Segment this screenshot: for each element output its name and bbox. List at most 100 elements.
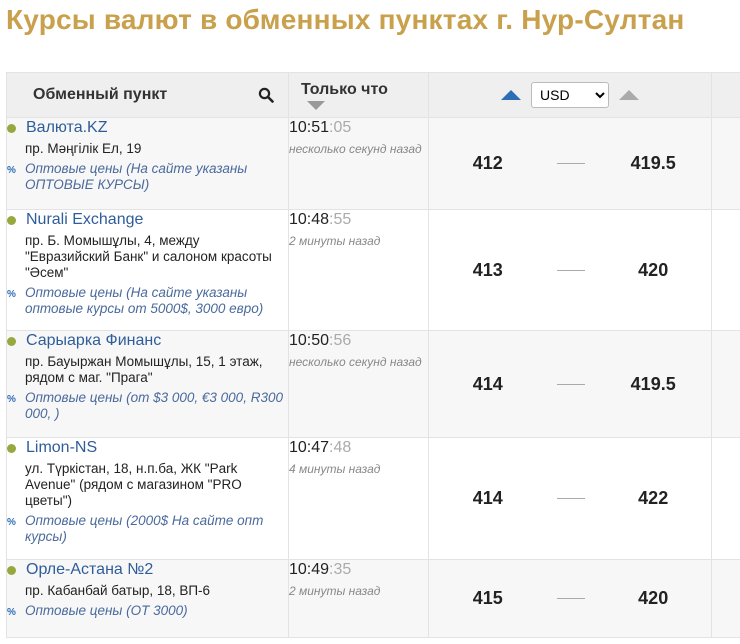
exchange-point-link[interactable]: Сарыарка Финанс xyxy=(26,331,161,351)
update-time-cell: 10:51:05 несколько секунд назад xyxy=(288,117,429,210)
row-empty-cell xyxy=(711,209,740,331)
update-time-ago: 2 минуты назад xyxy=(289,584,381,598)
update-time: 10:48:55 xyxy=(289,210,428,230)
exchange-point-address: пр. Бауыржан Момышұлы, 15, 1 этаж, рядом… xyxy=(25,354,263,385)
rate-separator xyxy=(556,383,586,385)
rates-cell: 413 420 xyxy=(428,209,712,331)
status-dot-icon xyxy=(7,565,16,575)
rates-cell: 412 419.5 xyxy=(428,117,712,210)
sell-rate: 419.5 xyxy=(630,153,676,173)
wholesale-note: % Оптовые цены (На сайте указаны ОПТОВЫЕ… xyxy=(7,161,288,193)
update-time-seconds: :48 xyxy=(329,439,352,456)
percent-icon: % xyxy=(7,517,16,528)
percent-icon: % xyxy=(7,607,16,618)
status-dot-icon xyxy=(7,123,16,133)
update-time-seconds: :56 xyxy=(329,332,352,349)
exchange-point-link[interactable]: Валюта.KZ xyxy=(26,118,108,138)
header-time-label: Только что xyxy=(301,80,388,98)
row-empty-cell xyxy=(711,117,740,210)
percent-icon: % xyxy=(7,394,16,405)
exchange-point-link[interactable]: Nurali Exchange xyxy=(26,210,143,230)
update-time-hm: 10:49 xyxy=(289,561,330,578)
wholesale-note-text: Оптовые цены (2000$ На сайте опт курсы) xyxy=(25,513,264,544)
update-time: 10:50:56 xyxy=(289,331,428,351)
table-row: Валюта.KZ пр. Мәңгілік Ел, 19 % Оптовые … xyxy=(6,117,740,210)
update-time-ago: 2 минуты назад xyxy=(289,234,381,248)
row-empty-cell xyxy=(711,330,740,438)
search-icon[interactable] xyxy=(258,87,274,103)
rates-cell: 414 422 xyxy=(428,437,712,560)
update-time-hm: 10:50 xyxy=(289,332,330,349)
update-time: 10:51:05 xyxy=(289,118,428,138)
update-time-seconds: :55 xyxy=(329,211,352,228)
rate-separator xyxy=(556,498,586,499)
header-empty-cell xyxy=(711,72,740,118)
buy-rate: 413 xyxy=(472,259,503,280)
update-time-seconds: :05 xyxy=(329,119,352,136)
header-exchange-point-label: Обменный пункт xyxy=(33,86,168,103)
currency-select[interactable]: USD xyxy=(531,82,609,108)
wholesale-note-text: Оптовые цены (На сайте указаны ОПТОВЫЕ К… xyxy=(25,161,248,192)
exchange-point-link[interactable]: Орле-Астана №2 xyxy=(26,560,153,580)
sell-rate: 420 xyxy=(638,259,669,280)
status-dot-icon xyxy=(7,336,16,346)
update-time-cell: 10:48:55 2 минуты назад xyxy=(288,209,429,331)
exchange-point-cell: Limon-NS ул. Түркістан, 18, н.п.ба, ЖК "… xyxy=(6,437,289,560)
percent-icon: % xyxy=(7,165,16,176)
exchange-point-cell: Сарыарка Финанс пр. Бауыржан Момышұлы, 1… xyxy=(6,330,289,438)
sell-rate: 420 xyxy=(638,588,669,608)
sell-rate: 419.5 xyxy=(630,373,676,394)
buy-rate: 412 xyxy=(472,153,503,173)
rate-separator xyxy=(556,269,586,271)
header-exchange-point: Обменный пункт xyxy=(6,72,289,118)
update-time-ago: несколько секунд назад xyxy=(289,142,422,156)
wholesale-note-text: Оптовые цены (На сайте указаны оптовые к… xyxy=(25,285,264,316)
status-dot-icon xyxy=(7,443,16,453)
sell-rate: 422 xyxy=(638,488,669,508)
wholesale-note-text: Оптовые цены (ОТ 3000) xyxy=(25,603,188,618)
rates-cell: 414 419.5 xyxy=(428,330,712,438)
exchange-rates-table: Обменный пункт Только что USD Валюта.KZ … xyxy=(6,72,740,638)
update-time-ago: несколько секунд назад xyxy=(289,355,422,369)
table-row: Limon-NS ул. Түркістан, 18, н.п.ба, ЖК "… xyxy=(6,437,740,560)
table-row: Nurali Exchange пр. Б. Момышұлы, 4, межд… xyxy=(6,209,740,331)
rate-separator xyxy=(556,598,586,599)
buy-rate: 415 xyxy=(472,588,503,608)
exchange-point-address: пр. Кабанбай батыр, 18, ВП-6 xyxy=(25,583,211,598)
exchange-point-address: пр. Мәңгілік Ел, 19 xyxy=(25,141,142,156)
sort-buy-up-icon[interactable] xyxy=(501,90,521,100)
sort-sell-up-icon[interactable] xyxy=(619,90,639,100)
buy-rate: 414 xyxy=(472,488,503,508)
status-dot-icon xyxy=(7,215,16,225)
rate-separator xyxy=(556,163,586,164)
update-time-cell: 10:47:48 4 минуты назад xyxy=(288,437,429,560)
table-header-row: Обменный пункт Только что USD xyxy=(6,72,740,118)
sort-down-icon[interactable] xyxy=(307,100,325,110)
percent-icon: % xyxy=(7,289,16,300)
update-time-hm: 10:51 xyxy=(289,119,330,136)
header-time-sort[interactable]: Только что xyxy=(288,72,429,118)
update-time-ago: 4 минуты назад xyxy=(289,462,381,476)
header-rates: USD xyxy=(428,72,712,118)
exchange-point-link[interactable]: Limon-NS xyxy=(26,438,97,458)
wholesale-note-text: Оптовые цены (от $3 000, €3 000, R300 00… xyxy=(25,390,283,421)
update-time-hm: 10:47 xyxy=(289,439,330,456)
table-row: Орле-Астана №2 пр. Кабанбай батыр, 18, В… xyxy=(6,559,740,638)
exchange-point-cell: Орле-Астана №2 пр. Кабанбай батыр, 18, В… xyxy=(6,559,289,638)
table-row: Сарыарка Финанс пр. Бауыржан Момышұлы, 1… xyxy=(6,330,740,438)
exchange-point-cell: Валюта.KZ пр. Мәңгілік Ел, 19 % Оптовые … xyxy=(6,117,289,210)
update-time: 10:47:48 xyxy=(289,438,428,458)
update-time-hm: 10:48 xyxy=(289,211,330,228)
exchange-point-address: ул. Түркістан, 18, н.п.ба, ЖК "Park Aven… xyxy=(25,461,242,508)
update-time-cell: 10:50:56 несколько секунд назад xyxy=(288,330,429,438)
row-empty-cell xyxy=(711,559,740,638)
rates-cell: 415 420 xyxy=(428,559,712,638)
update-time: 10:49:35 xyxy=(289,560,428,580)
wholesale-note: % Оптовые цены (2000$ На сайте опт курсы… xyxy=(7,513,288,545)
page-title: Курсы валют в обменных пунктах г. Нур-Су… xyxy=(6,4,685,35)
row-empty-cell xyxy=(711,437,740,560)
wholesale-note: % Оптовые цены (На сайте указаны оптовые… xyxy=(7,285,288,317)
wholesale-note: % Оптовые цены (от $3 000, €3 000, R300 … xyxy=(7,390,288,422)
exchange-point-cell: Nurali Exchange пр. Б. Момышұлы, 4, межд… xyxy=(6,209,289,331)
buy-rate: 414 xyxy=(472,373,503,394)
